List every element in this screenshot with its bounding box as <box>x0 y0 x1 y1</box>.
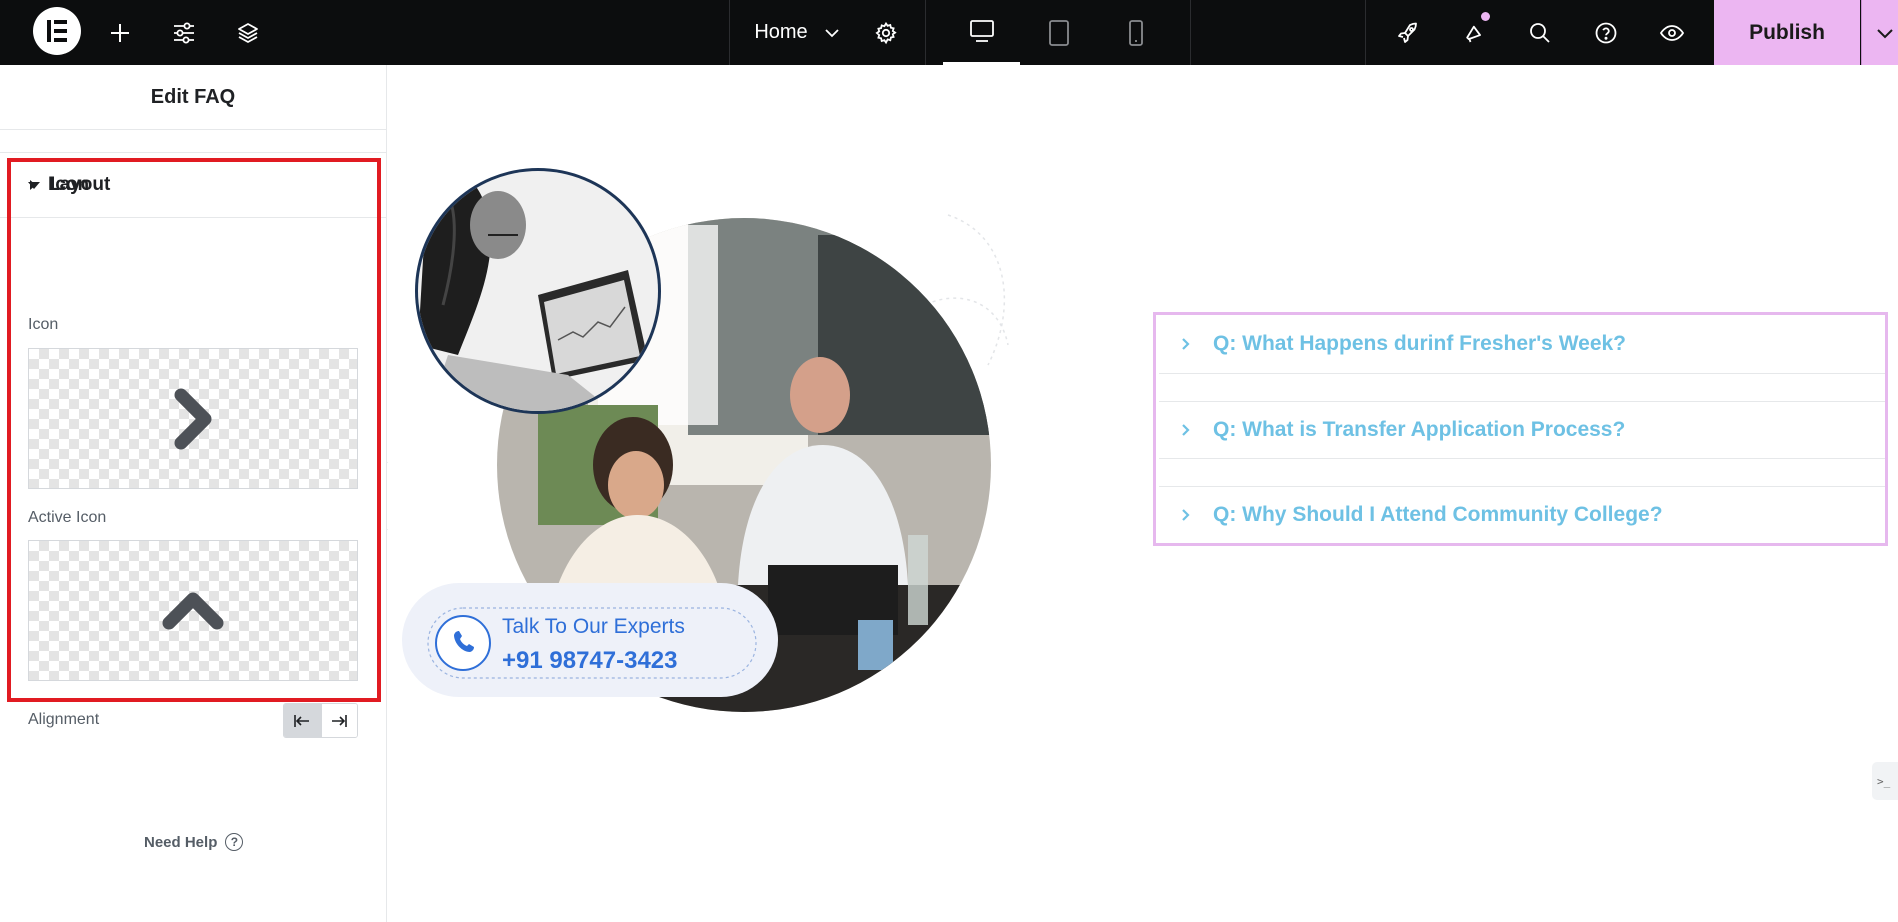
mobile-view-button[interactable] <box>1097 0 1174 65</box>
faq-item[interactable]: Q: Why Should I Attend Community College… <box>1159 486 1885 543</box>
elementor-logo-button[interactable] <box>33 7 81 55</box>
caret-down-icon <box>28 181 40 189</box>
active-icon-control-label: Active Icon <box>28 509 107 526</box>
section-icon-label: Icon <box>50 174 90 195</box>
rocket-icon <box>1398 22 1417 43</box>
elementor-logo-icon <box>47 20 67 42</box>
active-icon-picker[interactable] <box>28 540 358 681</box>
tablet-icon <box>1048 19 1069 46</box>
photo-collage[interactable]: Talk To Our Experts +91 98747-3423 <box>388 65 1048 725</box>
chevron-up-icon <box>162 592 224 629</box>
topbar-divider <box>729 0 730 65</box>
section-icon-toggle[interactable]: Icon <box>28 174 89 196</box>
sliders-icon <box>174 22 194 43</box>
alignment-control-label: Alignment <box>28 711 100 728</box>
faq-item[interactable]: Q: What is Transfer Application Process? <box>1159 401 1885 458</box>
plus-icon <box>111 23 129 42</box>
side-console-toggle[interactable]: >_ <box>1872 762 1898 800</box>
faq-divider <box>1159 458 1885 459</box>
cta-title: Talk To Our Experts <box>502 615 685 638</box>
panel-title: Edit FAQ <box>0 65 386 130</box>
faq-question: Q: What is Transfer Application Process? <box>1213 417 1626 441</box>
desktop-icon <box>969 20 994 42</box>
cta-phone[interactable]: +91 98747-3423 <box>502 647 678 674</box>
need-help-link[interactable]: Need Help ? <box>144 833 244 851</box>
align-end-icon <box>332 714 348 727</box>
chevron-right-icon <box>1182 508 1190 521</box>
faq-question: Q: What Happens durinf Fresher's Week? <box>1213 331 1627 355</box>
launchpad-button[interactable] <box>1388 0 1428 65</box>
chevron-right-icon <box>1182 423 1190 436</box>
question-icon: ? <box>225 833 244 851</box>
faq-question: Q: Why Should I Attend Community College… <box>1213 502 1663 526</box>
desktop-view-button[interactable] <box>943 0 1020 65</box>
megaphone-icon <box>1466 25 1481 42</box>
editor-topbar: Home Publish <box>0 0 1898 65</box>
help-circle-icon <box>1595 22 1617 43</box>
layers-icon <box>238 22 258 43</box>
align-start-icon <box>294 714 310 727</box>
whats-new-button[interactable] <box>1454 0 1494 65</box>
chevron-down-icon <box>1877 28 1893 38</box>
publish-button[interactable]: Publish <box>1714 0 1860 65</box>
gear-icon <box>875 21 897 44</box>
page-selector[interactable]: Home <box>742 0 852 65</box>
icon-picker[interactable] <box>28 348 358 489</box>
topbar-divider <box>1190 0 1191 65</box>
alignment-control <box>283 703 358 738</box>
eye-icon <box>1659 24 1685 41</box>
faq-accordion: Q: What Happens durinf Fresher's Week? Q… <box>1153 312 1888 546</box>
search-button[interactable] <box>1520 0 1560 65</box>
site-settings-button[interactable] <box>164 0 204 65</box>
notification-dot <box>1481 12 1490 21</box>
page-settings-button[interactable] <box>866 0 906 65</box>
add-element-button[interactable] <box>100 0 140 65</box>
align-start-button[interactable] <box>284 704 321 737</box>
chevron-right-icon <box>174 388 212 449</box>
page-name: Home <box>754 21 808 43</box>
help-button[interactable] <box>1586 0 1626 65</box>
topbar-divider <box>1365 0 1366 65</box>
phone-icon-ring <box>435 615 491 671</box>
need-help-label: Need Help <box>144 833 218 851</box>
tablet-view-button[interactable] <box>1020 0 1097 65</box>
mobile-icon <box>1128 19 1143 46</box>
publish-options-button[interactable] <box>1861 0 1898 65</box>
faq-divider <box>1159 373 1885 374</box>
structure-button[interactable] <box>228 0 268 65</box>
chevron-down-icon <box>825 28 839 37</box>
chevron-right-icon <box>1182 337 1190 350</box>
preview-button[interactable] <box>1652 0 1692 65</box>
search-icon <box>1530 22 1550 43</box>
topbar-divider <box>925 0 926 65</box>
align-end-button[interactable] <box>320 704 357 737</box>
faq-item[interactable]: Q: What Happens durinf Fresher's Week? <box>1159 315 1885 372</box>
icon-control-label: Icon <box>28 316 59 333</box>
